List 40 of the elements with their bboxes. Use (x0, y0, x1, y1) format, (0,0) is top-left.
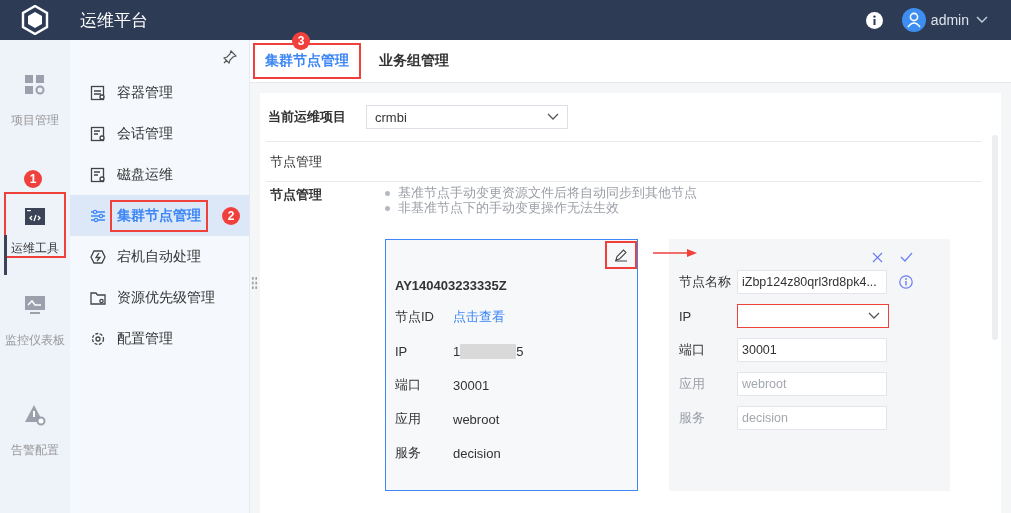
node-name: AY140403233335Z (395, 278, 508, 295)
app-title: 运维平台 (80, 9, 148, 32)
project-select[interactable]: crmbi (366, 105, 568, 129)
menu-item[interactable]: 资源优先级管理 (70, 277, 249, 318)
field-label: 端口 (679, 341, 706, 359)
field-label: 当前运维项目 (268, 108, 347, 126)
field-label: IP (679, 308, 693, 324)
step-number: 3 (292, 32, 310, 50)
note-text: 非基准节点下的手动变更操作无法生效 (398, 201, 619, 216)
input-field: decision (737, 406, 887, 430)
section-title: 节点管理 (266, 142, 981, 182)
step-number: 1 (24, 170, 42, 188)
field-value: 1 (453, 343, 461, 359)
menu-item[interactable]: 容器管理 (70, 72, 249, 113)
field-label: 节点名称 (679, 273, 732, 291)
menu-item[interactable]: 会话管理 (70, 113, 249, 154)
input-field[interactable]: iZbp124z80qrl3rd8pk4... (737, 270, 887, 294)
field-label: 服务 (395, 444, 422, 462)
menu-item[interactable]: 宕机自动处理 (70, 236, 249, 277)
field-label: 应用 (395, 410, 422, 428)
field-label: 节点ID (395, 308, 435, 326)
menu-item[interactable]: 配置管理 (70, 318, 249, 359)
field-label: IP (395, 343, 409, 359)
field-label: 节点管理 (270, 186, 323, 204)
input-field[interactable]: 30001 (737, 338, 887, 362)
input-field: webroot (737, 372, 887, 396)
field-value: 5 (516, 343, 524, 359)
note-text: 基准节点手动变更资源文件后将自动同步到其他节点 (398, 186, 697, 201)
field-label: 服务 (679, 409, 706, 427)
view-link[interactable]: 点击查看 (453, 308, 505, 326)
menu-item[interactable]: 集群节点管理 2 (70, 195, 249, 236)
field-value: decision (453, 445, 501, 461)
step-number: 2 (222, 206, 240, 225)
field-label: 应用 (679, 375, 706, 393)
menu-item[interactable]: 磁盘运维 (70, 154, 249, 195)
field-value: 30001 (453, 377, 490, 393)
field-value: webroot (453, 411, 500, 427)
user-name[interactable]: admin (930, 12, 969, 28)
field-label: 端口 (395, 376, 422, 394)
tab[interactable]: 业务组管理 (364, 40, 464, 82)
